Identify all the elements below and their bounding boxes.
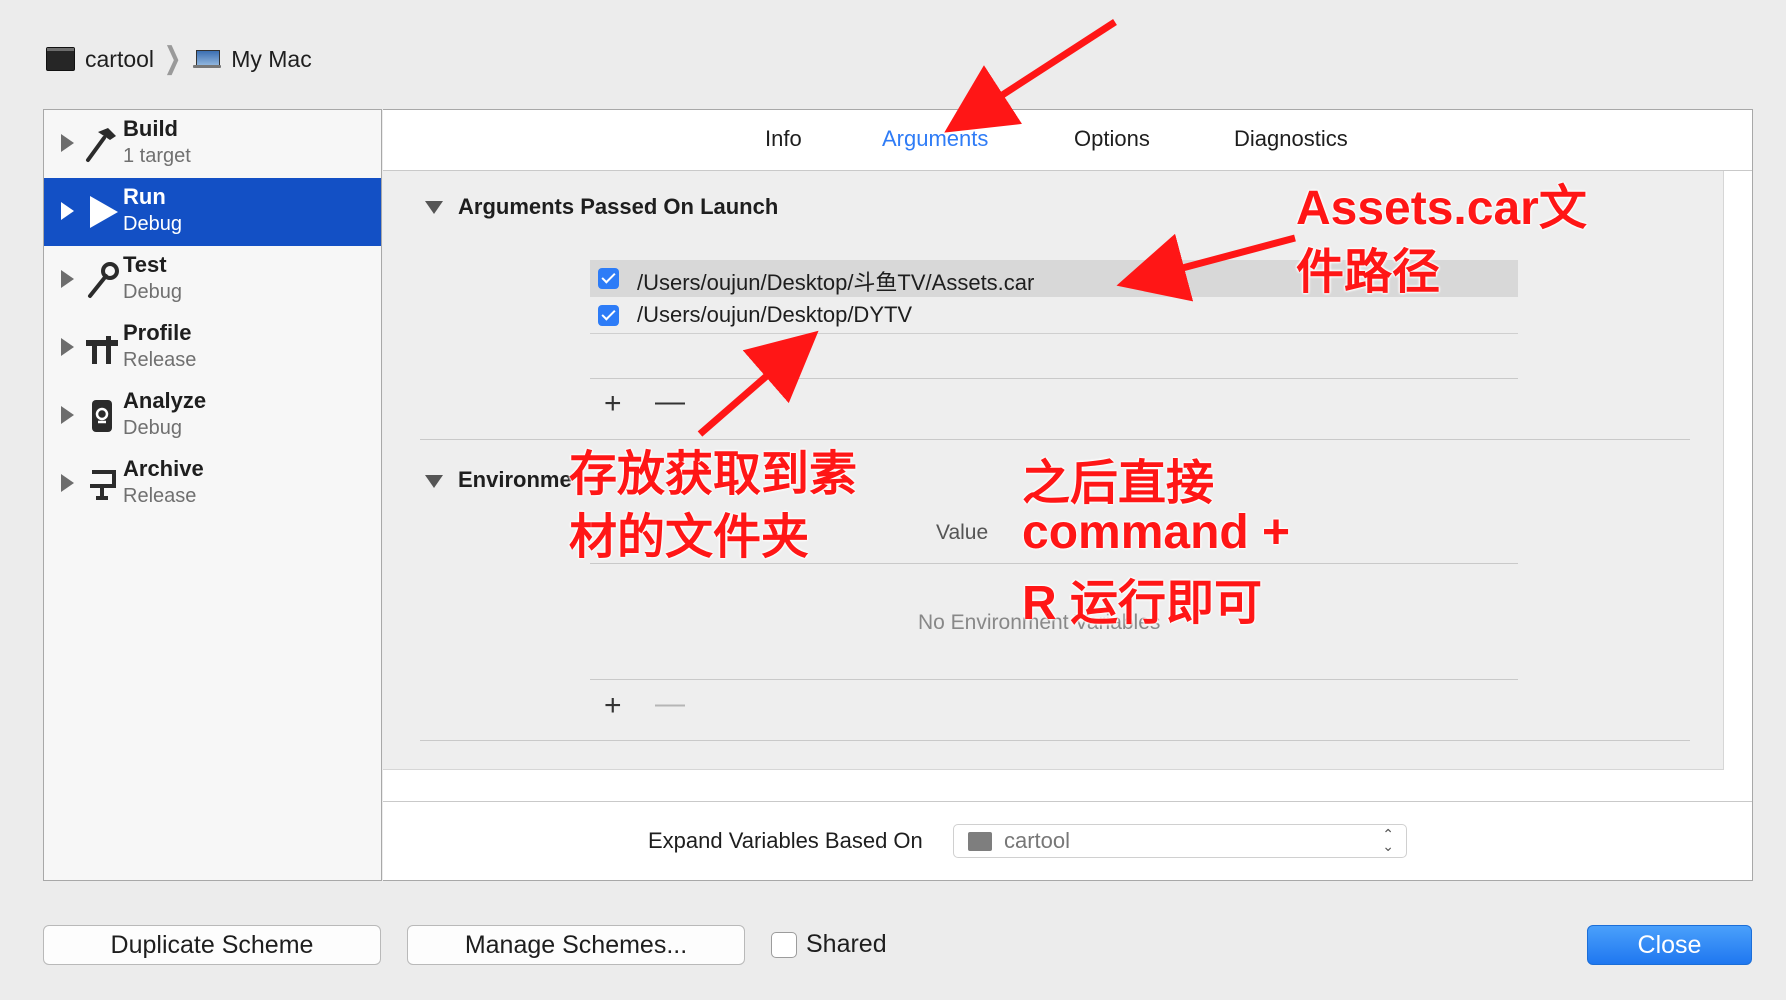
- annotation-arrow: [697, 330, 819, 437]
- annotation-text: R 运行即可: [1022, 577, 1263, 630]
- annotation-text: command +: [1022, 506, 1291, 559]
- annotation-text: 存放获取到素: [569, 448, 858, 501]
- annotation-text: 之后直接: [1022, 457, 1215, 510]
- annotation-text: 材的文件夹: [569, 511, 810, 564]
- annotation-arrows: [697, 19, 1296, 437]
- annotation-text: Assets.car文: [1296, 182, 1587, 235]
- annotation-text: 件路径: [1296, 246, 1441, 299]
- annotation-arrow: [1116, 233, 1296, 302]
- annotation-arrow: [944, 19, 1117, 133]
